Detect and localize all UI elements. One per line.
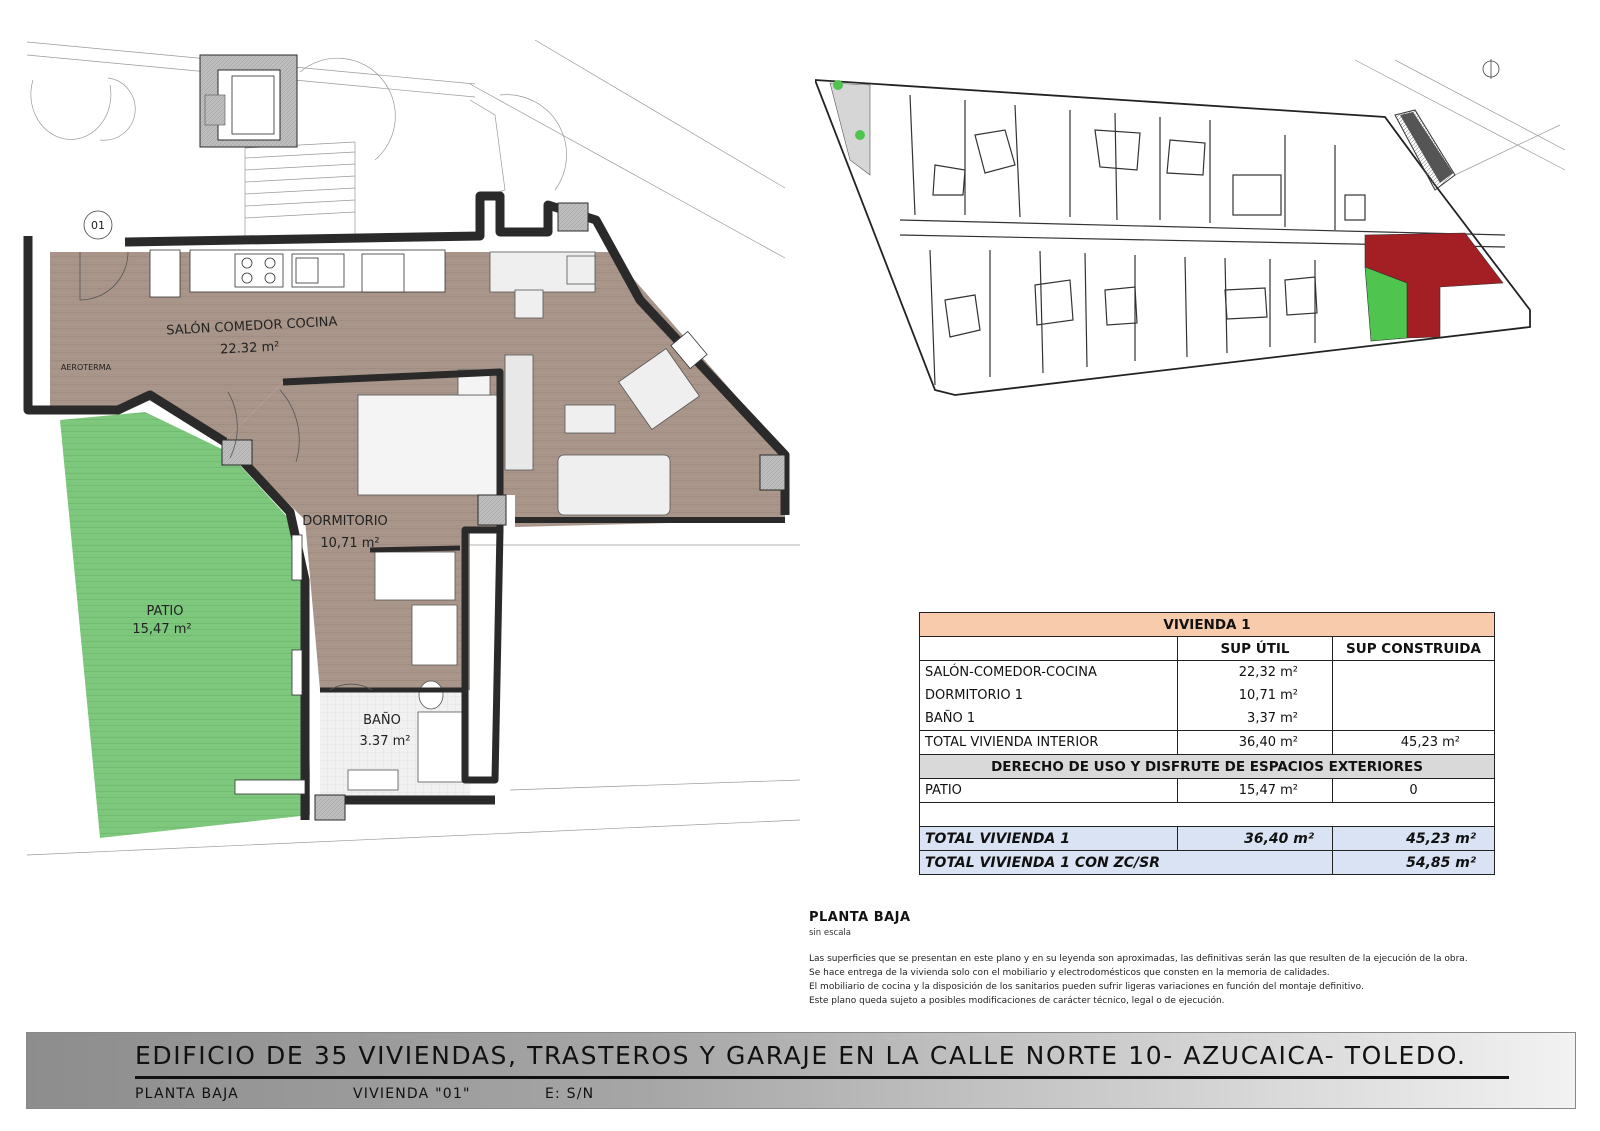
- table-header-row: SUP ÚTIL SUP CONSTRUIDA: [919, 636, 1496, 661]
- room-area-bedroom: 10,71 m²: [320, 536, 379, 551]
- area-table: VIVIENDA 1 SUP ÚTIL SUP CONSTRUIDA SALÓN…: [918, 612, 1496, 875]
- title-divider: [135, 1076, 1509, 1079]
- corner-pillar: [759, 454, 786, 491]
- table-title-row: VIVIENDA 1: [918, 612, 1496, 637]
- table-row: BAÑO 1 3,37 m²: [919, 707, 1496, 731]
- equipment-label: AEROTERMA: [61, 363, 112, 372]
- unit-number-marker: 01: [83, 210, 113, 240]
- svg-text:01: 01: [91, 219, 105, 232]
- room-name-patio: PATIO: [147, 604, 184, 619]
- exterior-column: [199, 54, 298, 148]
- exterior-header-row: DERECHO DE USO Y DISFRUTE DE ESPACIOS EX…: [918, 754, 1496, 779]
- table-title: VIVIENDA 1: [918, 612, 1496, 637]
- title-block: EDIFICIO DE 35 VIVIENDAS, TRASTEROS Y GA…: [26, 1032, 1576, 1109]
- corner-pillar: [314, 794, 346, 821]
- col-header-util: SUP ÚTIL: [1177, 636, 1333, 661]
- table-total-row: TOTAL VIVIENDA 1 36,40 m² 45,23 m²: [919, 826, 1496, 851]
- table-row: TOTAL VIVIENDA INTERIOR 36,40 m² 45,23 m…: [919, 730, 1496, 755]
- disclaimer-line: Se hace entrega de la vivienda solo con …: [809, 968, 1330, 978]
- col-header-built: SUP CONSTRUIDA: [1331, 636, 1496, 661]
- table-row: SALÓN-COMEDOR-COCINA 22,32 m²: [919, 660, 1496, 684]
- corner-pillar: [557, 202, 589, 232]
- table-row: DORMITORIO 1 10,71 m²: [919, 684, 1496, 707]
- room-name-bedroom: DORMITORIO: [302, 514, 388, 529]
- corner-pillar: [477, 494, 507, 526]
- room-name-bath: BAÑO: [363, 712, 401, 728]
- kitchen-counter: [149, 249, 446, 298]
- disclaimer-line: Las superficies que se presentan en este…: [809, 954, 1468, 964]
- floor-plan: 01 SALÓN COMEDOR COCINA 22.32 m² DORMITO…: [23, 39, 800, 856]
- plan-caption: PLANTA BAJA sin escala Las superficies q…: [809, 910, 1569, 1008]
- disclaimer-line: El mobiliario de cocina y la disposición…: [809, 982, 1364, 992]
- title-subline: PLANTA BAJA VIVIENDA "01" E: S/N: [135, 1086, 594, 1102]
- disclaimer-notes: Las superficies que se presentan en este…: [809, 952, 1569, 1008]
- north-arrow-icon: [1482, 59, 1500, 79]
- title-unit: VIVIENDA "01": [353, 1086, 471, 1102]
- title-scale: E: S/N: [545, 1086, 595, 1102]
- room-area-living: 22.32 m²: [220, 339, 280, 357]
- project-title: EDIFICIO DE 35 VIVIENDAS, TRASTEROS Y GA…: [135, 1041, 1467, 1070]
- table-total-zc-row: TOTAL VIVIENDA 1 CON ZC/SR 54,85 m²: [919, 850, 1496, 875]
- plan-name: PLANTA BAJA: [809, 910, 911, 925]
- room-area-bath: 3.37 m²: [360, 734, 411, 749]
- corner-pillar: [221, 439, 253, 466]
- table-spacer-row: [918, 802, 1496, 827]
- table-row: PATIO 15,47 m² 0: [919, 778, 1496, 803]
- title-floor: PLANTA BAJA: [135, 1086, 239, 1102]
- site-key-plan: [815, 59, 1565, 396]
- exterior-header: DERECHO DE USO Y DISFRUTE DE ESPACIOS EX…: [918, 754, 1496, 779]
- room-area-patio: 15,47 m²: [132, 622, 191, 637]
- scale-note: sin escala: [809, 928, 851, 938]
- disclaimer-line: Este plano queda sujeto a posibles modif…: [809, 996, 1225, 1006]
